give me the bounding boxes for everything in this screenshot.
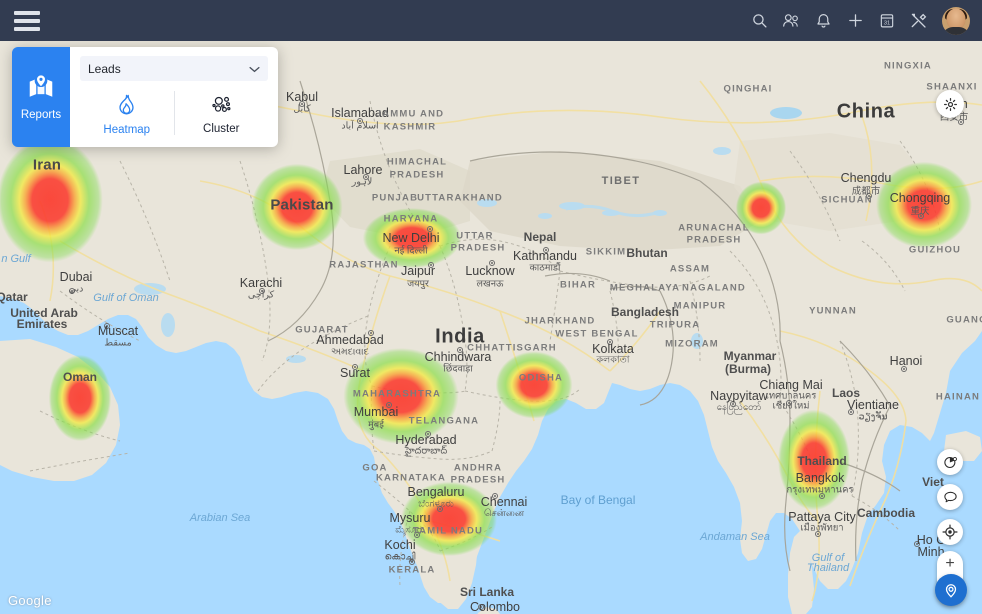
city-dot	[409, 559, 415, 565]
city-dot	[69, 288, 75, 294]
search-icon[interactable]	[744, 6, 774, 36]
crosshair-icon[interactable]	[937, 519, 963, 545]
city-dot	[786, 400, 792, 406]
reports-tab[interactable]: Reports	[12, 47, 70, 147]
bell-icon[interactable]	[808, 6, 838, 36]
chevron-down-icon	[249, 60, 260, 78]
leads-dropdown-value: Leads	[88, 61, 121, 76]
cluster-bubbles-icon	[211, 95, 232, 119]
calendar-icon[interactable]: 31	[872, 6, 902, 36]
flame-icon	[117, 94, 136, 120]
speech-bubble-icon[interactable]	[937, 484, 963, 510]
panel-body: Leads Heatmap Cluster	[70, 47, 278, 147]
city-dot	[914, 541, 920, 547]
app-root: 31 Iran Pakistan India China Nepal Bhuta…	[0, 0, 982, 614]
city-dot	[901, 366, 907, 372]
city-dot	[958, 119, 964, 125]
city-dot	[478, 604, 484, 610]
heatmap-mode-button[interactable]: Heatmap	[80, 87, 174, 143]
leads-dropdown[interactable]: Leads	[80, 56, 268, 81]
city-dot	[104, 323, 110, 329]
top-header-bar: 31	[0, 0, 982, 41]
city-dot	[363, 174, 369, 180]
reports-tab-label: Reports	[20, 109, 62, 121]
city-dot	[437, 506, 443, 512]
gear-icon[interactable]	[936, 90, 964, 118]
pie-chart-icon[interactable]	[937, 449, 963, 475]
map-pin-icon	[28, 73, 54, 103]
people-icon[interactable]	[776, 6, 806, 36]
mode-switcher: Heatmap Cluster	[80, 87, 268, 143]
city-dot	[543, 247, 549, 253]
report-control-panel: Reports Leads Heatmap Cluster	[12, 47, 278, 147]
tools-icon[interactable]	[904, 6, 934, 36]
heatmap-mode-label: Heatmap	[103, 124, 151, 136]
city-dot	[866, 193, 872, 199]
hamburger-menu-icon[interactable]	[14, 10, 40, 31]
city-dot	[368, 330, 374, 336]
svg-text:31: 31	[884, 20, 890, 26]
city-dot	[489, 260, 495, 266]
location-target-icon[interactable]	[935, 574, 967, 606]
city-dot	[386, 402, 392, 408]
google-attribution: Google	[8, 593, 52, 608]
city-dot	[427, 226, 433, 232]
city-dot	[607, 339, 613, 345]
city-dot	[357, 118, 363, 124]
cluster-mode-label: Cluster	[203, 123, 240, 135]
city-dot	[819, 493, 825, 499]
city-dot	[815, 531, 821, 537]
city-dot	[457, 347, 463, 353]
city-dot	[428, 262, 434, 268]
city-dot	[492, 493, 498, 499]
city-dot	[425, 431, 431, 437]
avatar[interactable]	[942, 6, 970, 35]
plus-icon[interactable]	[840, 6, 870, 36]
city-dot	[414, 532, 420, 538]
city-dot	[848, 409, 854, 415]
city-dot	[918, 213, 924, 219]
city-dot	[730, 401, 736, 407]
city-dot	[352, 364, 358, 370]
city-dot	[299, 101, 305, 107]
avatar-shoulders	[942, 26, 970, 35]
city-dot	[259, 288, 265, 294]
cluster-mode-button[interactable]: Cluster	[175, 87, 269, 143]
